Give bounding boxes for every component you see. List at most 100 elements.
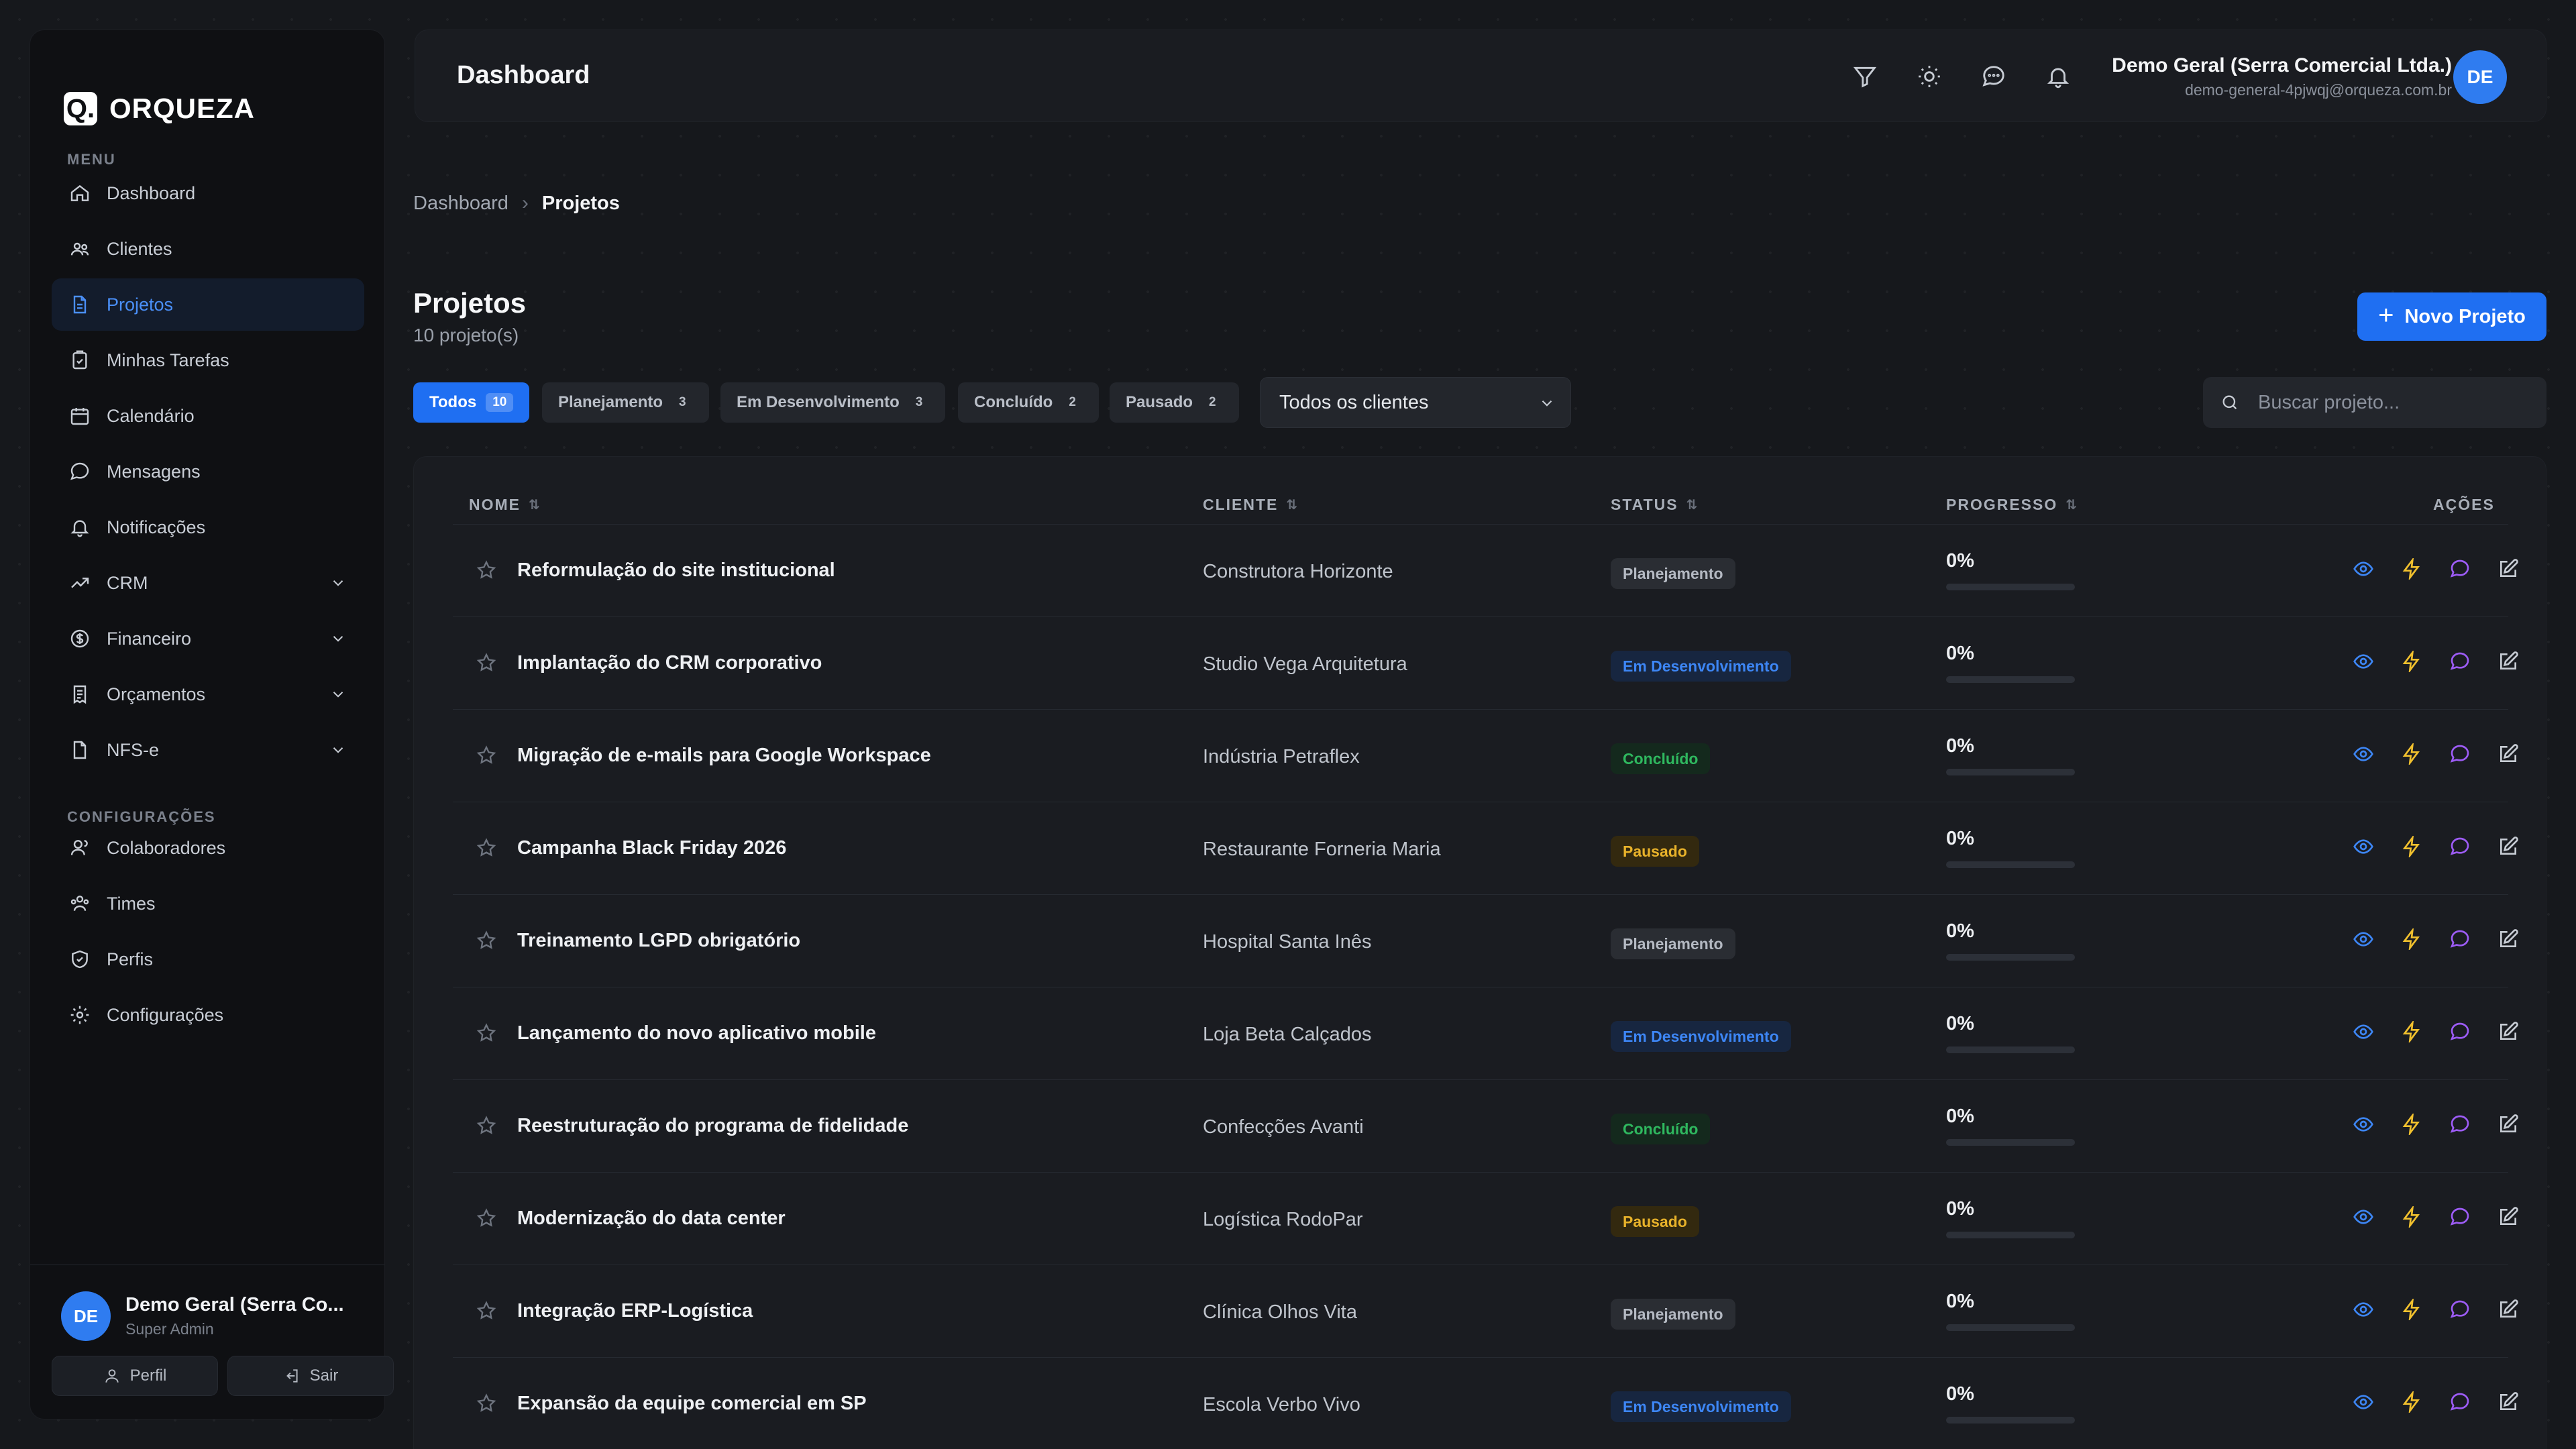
edit-action-button[interactable] — [2498, 1299, 2523, 1324]
header-avatar[interactable]: DE — [2453, 50, 2507, 104]
table-row[interactable]: Modernização do data center Logística Rod… — [453, 1172, 2518, 1265]
brand-logo[interactable]: Q. ORQUEZA — [64, 92, 255, 125]
filter-chip-pausado[interactable]: Pausado 2 — [1110, 382, 1239, 423]
bolt-action-button[interactable] — [2401, 1389, 2426, 1417]
project-name[interactable]: Reformulação do site institucional — [517, 559, 835, 582]
bolt-action-button[interactable] — [2401, 1112, 2426, 1139]
project-name[interactable]: Expansão da equipe comercial em SP — [517, 1393, 867, 1415]
edit-action-button[interactable] — [2498, 1391, 2523, 1417]
view-action-button[interactable] — [2353, 1299, 2378, 1324]
star-icon[interactable] — [476, 1208, 497, 1229]
sidebar-item-notificacoes[interactable]: Notificações — [52, 501, 364, 553]
view-action-button[interactable] — [2353, 1114, 2378, 1139]
sidebar-item-dashboard[interactable]: Dashboard — [52, 167, 364, 219]
chat-action-button[interactable] — [2449, 1391, 2475, 1417]
project-name[interactable]: Reestruturação do programa de fidelidade — [517, 1115, 908, 1137]
messages-button[interactable] — [1977, 60, 2010, 93]
sidebar-item-configuracoes[interactable]: Configurações — [52, 989, 364, 1041]
edit-action-button[interactable] — [2498, 1206, 2523, 1232]
view-action-button[interactable] — [2353, 743, 2378, 769]
chat-action-button[interactable] — [2449, 743, 2475, 769]
edit-action-button[interactable] — [2498, 928, 2523, 954]
sidebar-item-times[interactable]: Times — [52, 877, 364, 930]
client-filter-select[interactable]: Todos os clientes — [1260, 377, 1571, 428]
sidebar-item-minhas-tarefas[interactable]: Minhas Tarefas — [52, 334, 364, 386]
chat-action-button[interactable] — [2449, 836, 2475, 861]
project-name[interactable]: Modernização do data center — [517, 1208, 786, 1230]
edit-action-button[interactable] — [2498, 651, 2523, 676]
view-action-button[interactable] — [2353, 1021, 2378, 1046]
table-row[interactable]: Campanha Black Friday 2026 Restaurante Fo… — [453, 802, 2518, 894]
edit-action-button[interactable] — [2498, 558, 2523, 584]
edit-action-button[interactable] — [2498, 1114, 2523, 1139]
table-row[interactable]: Lançamento do novo aplicativo mobile Loja… — [453, 987, 2518, 1079]
star-icon[interactable] — [476, 559, 497, 581]
star-icon[interactable] — [476, 652, 497, 674]
sidebar-item-projetos[interactable]: Projetos — [52, 278, 364, 331]
sidebar-item-financeiro[interactable]: Financeiro — [52, 612, 364, 665]
bolt-action-button[interactable] — [2401, 649, 2426, 676]
table-row[interactable]: Expansão da equipe comercial em SP Escola… — [453, 1357, 2518, 1449]
chat-action-button[interactable] — [2449, 651, 2475, 676]
sidebar-item-mensagens[interactable]: Mensagens — [52, 445, 364, 498]
table-row[interactable]: Integração ERP-Logística Clínica Olhos Vi… — [453, 1265, 2518, 1357]
sidebar-item-perfis[interactable]: Perfis — [52, 933, 364, 985]
chat-action-button[interactable] — [2449, 1206, 2475, 1232]
filter-chip-em-desenvolvimento[interactable]: Em Desenvolvimento 3 — [720, 382, 946, 423]
star-icon[interactable] — [476, 1300, 497, 1322]
project-name[interactable]: Lançamento do novo aplicativo mobile — [517, 1022, 876, 1044]
search-input[interactable] — [2258, 391, 2526, 414]
filter-chip-todos[interactable]: Todos 10 — [413, 382, 530, 423]
table-row[interactable]: Migração de e-mails para Google Workspac… — [453, 709, 2518, 802]
view-action-button[interactable] — [2353, 928, 2378, 954]
bolt-action-button[interactable] — [2401, 1204, 2426, 1232]
profile-button[interactable]: Perfil — [52, 1356, 218, 1396]
chat-action-button[interactable] — [2449, 1021, 2475, 1046]
star-icon[interactable] — [476, 1393, 497, 1414]
bolt-action-button[interactable] — [2401, 556, 2426, 584]
new-project-button[interactable]: + Novo Projeto — [2357, 292, 2546, 341]
project-name[interactable]: Integração ERP-Logística — [517, 1300, 753, 1322]
bolt-action-button[interactable] — [2401, 834, 2426, 861]
bolt-action-button[interactable] — [2401, 1297, 2426, 1324]
theme-toggle-button[interactable] — [1913, 60, 1946, 93]
column-header-name[interactable]: NOME ⇅ — [469, 496, 540, 514]
view-action-button[interactable] — [2353, 1206, 2378, 1232]
view-action-button[interactable] — [2353, 836, 2378, 861]
column-header-client[interactable]: CLIENTE ⇅ — [1203, 496, 1297, 514]
bolt-action-button[interactable] — [2401, 926, 2426, 954]
breadcrumb-home-link[interactable]: Dashboard — [413, 193, 508, 215]
edit-action-button[interactable] — [2498, 743, 2523, 769]
chat-action-button[interactable] — [2449, 1114, 2475, 1139]
chat-action-button[interactable] — [2449, 558, 2475, 584]
star-icon[interactable] — [476, 1115, 497, 1136]
sidebar-item-clientes[interactable]: Clientes — [52, 223, 364, 275]
star-icon[interactable] — [476, 745, 497, 766]
table-row[interactable]: Implantação do CRM corporativo Studio Veg… — [453, 616, 2518, 709]
avatar[interactable]: DE — [61, 1291, 111, 1341]
star-icon[interactable] — [476, 930, 497, 951]
column-header-status[interactable]: STATUS ⇅ — [1611, 496, 1697, 514]
column-header-progress[interactable]: PROGRESSO ⇅ — [1946, 496, 2077, 514]
sidebar-item-nfs-e[interactable]: NFS-e — [52, 724, 364, 776]
filter-chip-concluido[interactable]: Concluído 2 — [958, 382, 1099, 423]
chat-action-button[interactable] — [2449, 1299, 2475, 1324]
project-name[interactable]: Migração de e-mails para Google Workspac… — [517, 745, 931, 767]
view-action-button[interactable] — [2353, 1391, 2378, 1417]
project-name[interactable]: Campanha Black Friday 2026 — [517, 837, 786, 859]
filter-button[interactable] — [1848, 60, 1882, 93]
header-user-info[interactable]: Demo Geral (Serra Comercial Ltda.) demo-… — [2112, 54, 2452, 99]
notifications-button[interactable] — [2041, 60, 2075, 93]
project-name[interactable]: Implantação do CRM corporativo — [517, 652, 822, 674]
edit-action-button[interactable] — [2498, 836, 2523, 861]
sidebar-item-crm[interactable]: CRM — [52, 557, 364, 609]
bolt-action-button[interactable] — [2401, 741, 2426, 769]
filter-chip-planejamento[interactable]: Planejamento 3 — [542, 382, 709, 423]
bolt-action-button[interactable] — [2401, 1019, 2426, 1046]
table-row[interactable]: Reestruturação do programa de fidelidade… — [453, 1079, 2518, 1172]
sidebar-item-calendario[interactable]: Calendário — [52, 390, 364, 442]
table-row[interactable]: Treinamento LGPD obrigatório Hospital San… — [453, 894, 2518, 987]
table-row[interactable]: Reformulação do site institucional Constr… — [453, 524, 2518, 616]
edit-action-button[interactable] — [2498, 1021, 2523, 1046]
sidebar-item-colaboradores[interactable]: Colaboradores — [52, 822, 364, 874]
